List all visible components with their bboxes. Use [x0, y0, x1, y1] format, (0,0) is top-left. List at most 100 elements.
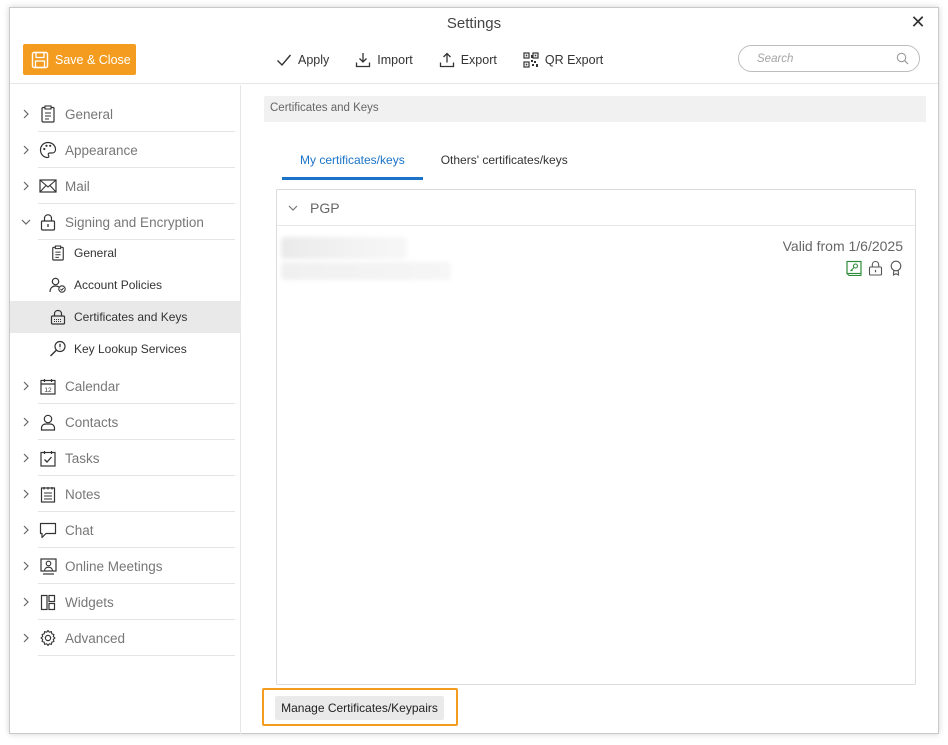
settings-content: Certificates and Keys My certificates/ke… — [242, 85, 939, 734]
chevron-right-icon — [21, 525, 31, 535]
tab-others-certificates[interactable]: Others' certificates/keys — [423, 145, 586, 180]
sidebar-item-label: Mail — [65, 178, 90, 194]
import-button[interactable]: Import — [355, 50, 413, 70]
settings-window: Settings ✕ Save & Close Apply Import Exp — [9, 7, 939, 734]
sidebar-item-notes[interactable]: Notes — [10, 476, 241, 512]
sidebar-item-mail[interactable]: Mail — [10, 168, 241, 204]
close-icon[interactable]: ✕ — [908, 12, 928, 32]
chevron-down-icon — [288, 200, 298, 215]
sidebar-subitem-label: Account Policies — [74, 278, 163, 292]
key-valid-from: Valid from 1/6/2025 — [782, 238, 903, 254]
sidebar-subitem-label: Key Lookup Services — [74, 342, 187, 356]
qr-export-label: QR Export — [544, 53, 604, 67]
chevron-right-icon — [21, 417, 31, 427]
sidebar-item-advanced[interactable]: Advanced — [10, 620, 241, 656]
sidebar-item-label: Calendar — [65, 378, 120, 394]
pgp-section-label: PGP — [310, 199, 340, 216]
meeting-icon — [39, 557, 57, 575]
save-close-button[interactable]: Save & Close — [23, 44, 136, 75]
task-check-icon — [39, 449, 57, 467]
toolbar: Save & Close Apply Import Export QR Expo… — [10, 40, 938, 84]
envelope-icon — [39, 177, 57, 195]
sidebar-item-tasks[interactable]: Tasks — [10, 440, 241, 476]
sidebar-item-signing-encryption[interactable]: Signing and Encryption — [10, 204, 241, 240]
redacted-key-email — [281, 262, 451, 280]
title-bar: Settings ✕ — [10, 8, 938, 40]
sidebar-item-label: Online Meetings — [65, 558, 163, 574]
sidebar-item-calendar[interactable]: 12 Calendar — [10, 368, 241, 404]
sidebar-item-label: Signing and Encryption — [65, 214, 204, 230]
breadcrumb: Certificates and Keys — [264, 96, 926, 122]
chevron-right-icon — [21, 489, 31, 499]
chevron-right-icon — [21, 633, 31, 643]
chevron-down-icon — [21, 217, 31, 227]
sidebar-item-label: Advanced — [65, 630, 126, 646]
sidebar-item-label: Widgets — [65, 594, 114, 610]
sidebar-item-widgets[interactable]: Widgets — [10, 584, 241, 620]
person-icon — [39, 413, 57, 431]
save-close-label: Save & Close — [55, 52, 131, 67]
chat-icon — [39, 521, 57, 539]
calendar-icon: 12 — [39, 377, 57, 395]
svg-text:12: 12 — [44, 387, 52, 394]
export-label: Export — [460, 53, 497, 67]
sidebar-item-label: Contacts — [65, 414, 119, 430]
qr-code-icon — [523, 52, 539, 68]
sidebar-item-label: Tasks — [65, 450, 100, 466]
apply-button[interactable]: Apply — [276, 50, 329, 70]
sidebar-subitem-label: General — [74, 246, 117, 260]
sidebar-item-appearance[interactable]: Appearance — [10, 132, 241, 168]
widgets-icon — [39, 593, 57, 611]
certificate-tabs: My certificates/keys Others' certificate… — [282, 145, 586, 180]
import-icon — [356, 53, 371, 68]
sidebar-item-chat[interactable]: Chat — [10, 512, 241, 548]
chevron-right-icon — [21, 597, 31, 607]
sidebar-subitem-certificates-keys[interactable]: Certificates and Keys — [10, 301, 241, 333]
export-button[interactable]: Export — [439, 50, 497, 70]
save-icon — [31, 51, 49, 68]
pgp-section-header[interactable]: PGP — [277, 190, 915, 226]
sidebar-subitem-label: Certificates and Keys — [74, 310, 188, 324]
sidebar-item-label: General — [65, 106, 114, 122]
sidebar-subitem-key-lookup[interactable]: Key Lookup Services — [10, 333, 241, 365]
key-lookup-icon — [49, 340, 67, 358]
window-title: Settings — [446, 15, 502, 32]
sidebar-item-label: Chat — [65, 522, 94, 538]
certificate-lock-icon — [49, 308, 67, 326]
export-icon — [439, 52, 454, 68]
divider — [38, 655, 235, 656]
badge-icon — [890, 260, 902, 276]
certificates-panel: PGP Valid from 1/6/2025 — [276, 189, 916, 685]
key-row[interactable]: Valid from 1/6/2025 — [277, 230, 915, 286]
notes-icon — [39, 485, 57, 503]
sidebar: General Appearance Mail Signing and Encr… — [10, 85, 241, 734]
chevron-right-icon — [21, 381, 31, 391]
chevron-right-icon — [21, 453, 31, 463]
account-policy-icon — [49, 276, 67, 294]
sidebar-item-general[interactable]: General — [10, 96, 241, 132]
sidebar-item-label: Notes — [65, 486, 101, 502]
search-box[interactable] — [738, 45, 920, 72]
sidebar-item-contacts[interactable]: Contacts — [10, 404, 241, 440]
gear-icon — [39, 629, 57, 647]
palette-icon — [39, 141, 57, 159]
search-input[interactable] — [757, 52, 887, 65]
clipboard-icon — [49, 244, 67, 262]
check-icon — [277, 54, 292, 67]
sidebar-item-label: Appearance — [65, 142, 138, 158]
sidebar-subitem-account-policies[interactable]: Account Policies — [10, 269, 241, 301]
chevron-right-icon — [21, 561, 31, 571]
tab-my-certificates[interactable]: My certificates/keys — [282, 145, 423, 180]
search-icon[interactable] — [896, 52, 909, 65]
sidebar-subitem-general[interactable]: General — [10, 237, 241, 269]
clipboard-icon — [39, 105, 57, 123]
chevron-right-icon — [21, 181, 31, 191]
key-status-icons — [846, 260, 903, 276]
qr-export-button[interactable]: QR Export — [523, 50, 603, 70]
redacted-key-name — [281, 237, 407, 259]
sidebar-item-online-meetings[interactable]: Online Meetings — [10, 548, 241, 584]
private-key-icon — [846, 260, 862, 276]
chevron-right-icon — [21, 145, 31, 155]
lock-icon — [39, 213, 57, 231]
manage-certificates-button[interactable]: Manage Certificates/Keypairs — [275, 696, 444, 720]
